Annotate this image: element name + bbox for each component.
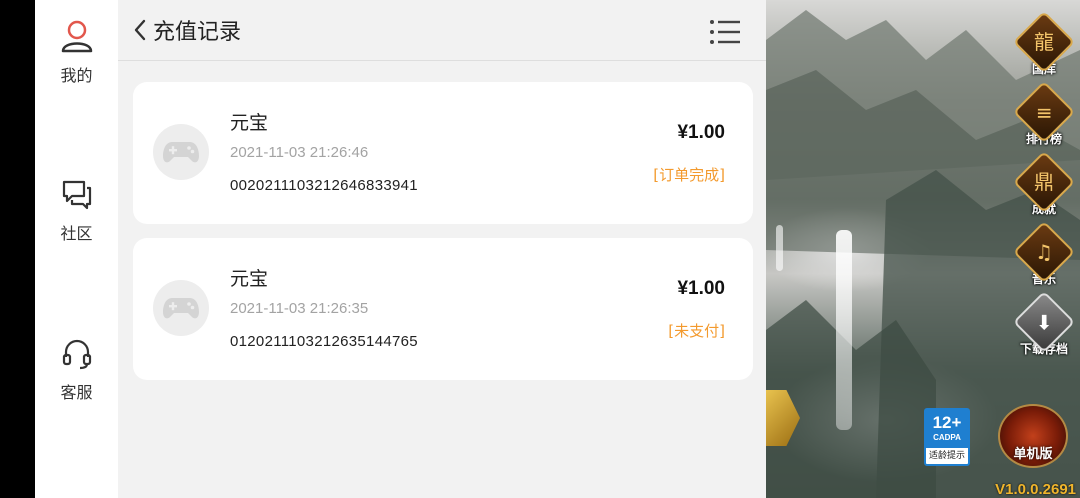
rank-button[interactable]: ≡ 排行榜: [1012, 80, 1076, 147]
treasury-button[interactable]: 龍 国库: [1012, 10, 1076, 77]
menu-button[interactable]: [708, 18, 742, 46]
back-button[interactable]: [126, 16, 154, 44]
age-rating: 12+ CADPA: [926, 410, 968, 448]
chevron-left-icon: [134, 19, 146, 41]
status-badge: [未支付]: [668, 322, 725, 340]
gamepad-icon: [153, 124, 209, 180]
sidebar: 我的 社区 客服: [35, 0, 118, 498]
gamepad-icon: [153, 280, 209, 336]
record-card[interactable]: 元宝 2021-11-03 21:26:35 01202111032126351…: [133, 238, 753, 380]
sidebar-item-label: 客服: [60, 383, 93, 402]
age-rating-text: 12+: [932, 413, 962, 432]
amount: ¥1.00: [677, 278, 725, 299]
list-menu-icon: [710, 20, 740, 44]
status-badge: [订单完成]: [653, 166, 725, 184]
sidebar-item-label: 我的: [60, 66, 93, 85]
headset-icon: [62, 339, 91, 370]
achievement-button[interactable]: 鼎 成就: [1012, 150, 1076, 217]
record-time: 2021-11-03 21:26:46: [230, 144, 369, 161]
order-number: 0120211103212635144765: [230, 333, 418, 350]
scroll-handle[interactable]: [776, 225, 783, 271]
sidebar-item-community[interactable]: 社区: [35, 178, 118, 244]
sidebar-item-label: 社区: [60, 224, 93, 243]
left-black-bar: [0, 0, 35, 498]
header: 充值记录: [118, 0, 766, 61]
music-button[interactable]: ♫ 音乐: [1012, 220, 1076, 287]
download-save-button[interactable]: ⬇ 下载存档: [1012, 290, 1076, 357]
user-icon: [61, 20, 92, 53]
record-card[interactable]: 元宝 2021-11-03 21:26:46 00202111032126468…: [133, 82, 753, 224]
version-text: V1.0.0.2691: [995, 481, 1076, 498]
game-background: 龍 国库 ≡ 排行榜 鼎 成就 ♫ 音乐 ⬇ 下载存档 12+ CADPA 适龄…: [766, 0, 1080, 498]
standalone-label: 单机版: [1013, 447, 1053, 462]
amount: ¥1.00: [677, 122, 725, 143]
age-rating-badge[interactable]: 12+ CADPA 适龄提示: [924, 408, 970, 466]
standalone-logo: 单机版: [998, 404, 1068, 468]
waterfall: [836, 230, 852, 430]
chat-icon: [62, 180, 91, 210]
age-org: CADPA: [933, 433, 961, 442]
record-time: 2021-11-03 21:26:35: [230, 300, 369, 317]
product-name: 元宝: [230, 112, 269, 134]
product-name: 元宝: [230, 268, 269, 290]
sidebar-item-me[interactable]: 我的: [35, 18, 118, 86]
sidebar-item-service[interactable]: 客服: [35, 337, 118, 403]
recharge-records-panel: 充值记录 元宝 2021-11-03 21:26:46 002021110321…: [118, 0, 766, 498]
order-number: 0020211103212646833941: [230, 177, 418, 194]
page-title: 充值记录: [153, 20, 242, 45]
age-tip: 适龄提示: [928, 451, 965, 461]
